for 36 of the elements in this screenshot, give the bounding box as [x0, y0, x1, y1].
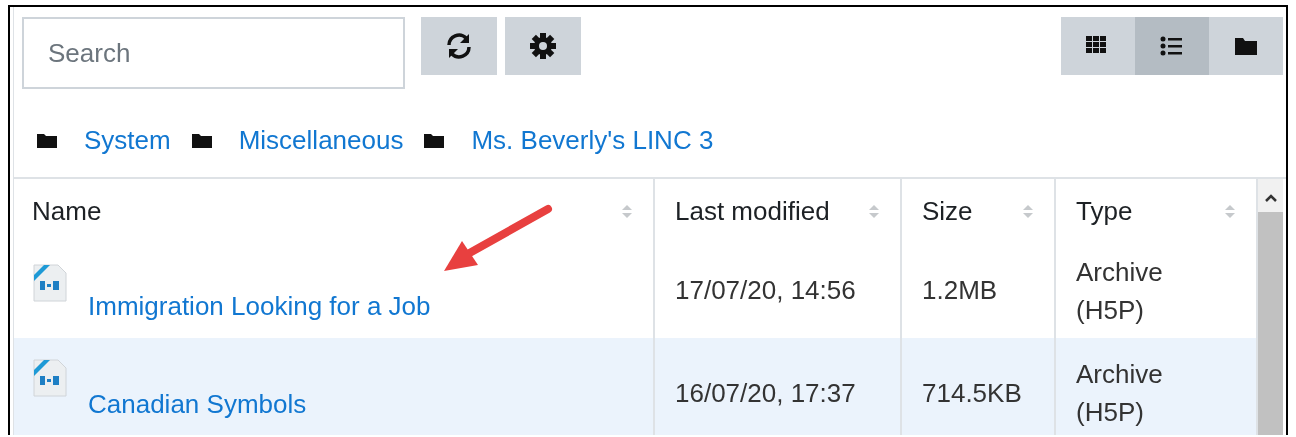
- sort-icon: [1224, 203, 1236, 219]
- refresh-icon: [445, 32, 473, 60]
- sort-icon: [1022, 203, 1034, 219]
- column-header[interactable]: Size: [922, 195, 973, 227]
- type-text: Archive (H5P): [1076, 358, 1164, 429]
- column-header[interactable]: Name: [32, 195, 102, 227]
- folder-icon: [423, 131, 446, 149]
- breadcrumb-link[interactable]: System: [84, 124, 171, 156]
- file-link[interactable]: Immigration Looking for a Job: [88, 291, 431, 322]
- scroll-up-icon: [1263, 193, 1278, 202]
- file-link[interactable]: Canadian Symbols: [88, 389, 307, 420]
- sort-icon: [621, 203, 633, 219]
- refresh-button[interactable]: [421, 17, 497, 75]
- breadcrumb-link[interactable]: Miscellaneous: [238, 124, 404, 156]
- settings-icon: [529, 32, 557, 60]
- column-header[interactable]: Last modified: [675, 195, 830, 227]
- folder-icon: [190, 131, 213, 149]
- view-mode-button[interactable]: [1135, 17, 1209, 75]
- date-text: 16/07/20, 17:37: [675, 377, 856, 409]
- size-text: 1.2MB: [922, 275, 998, 306]
- sort-icon: [868, 203, 880, 219]
- size-text: 714.5KB: [922, 377, 1022, 409]
- type-text: Archive (H5P): [1076, 255, 1164, 327]
- scrollbar[interactable]: [1258, 179, 1283, 435]
- folder-icon: [36, 131, 58, 149]
- view-mode-button[interactable]: [1209, 17, 1283, 75]
- h5p-file-icon: [32, 358, 68, 398]
- breadcrumb-link[interactable]: Ms. Beverly's LINC 3: [471, 124, 714, 156]
- h5p-file-icon: [32, 263, 68, 303]
- settings-button[interactable]: [505, 17, 581, 75]
- folder-icon: [1234, 35, 1258, 57]
- view-mode-button[interactable]: [1061, 17, 1135, 75]
- date-text: 17/07/20, 14:56: [675, 275, 856, 306]
- search-field[interactable]: Search: [22, 17, 405, 89]
- column-header[interactable]: Type: [1076, 195, 1133, 227]
- list-icon: [1160, 35, 1184, 57]
